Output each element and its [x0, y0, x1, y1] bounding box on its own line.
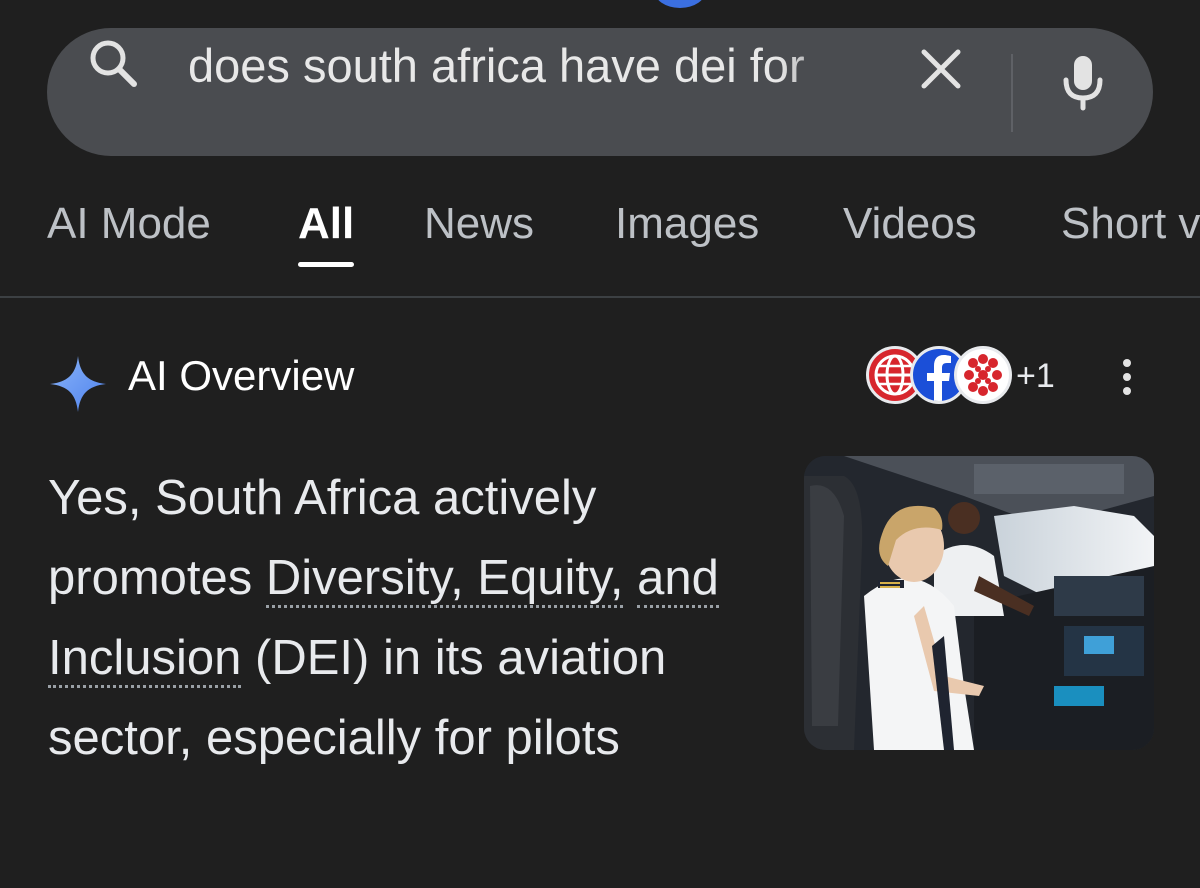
tab-images[interactable]: Images: [615, 196, 759, 252]
ai-overview-header: AI Overview +1: [0, 340, 1200, 420]
tab-short-videos[interactable]: Short v: [1061, 196, 1200, 252]
tab-all[interactable]: All: [298, 196, 354, 252]
answer-text: [623, 551, 637, 605]
source-favicons[interactable]: +1: [866, 342, 1066, 406]
tab-news[interactable]: News: [424, 196, 534, 252]
account-dot[interactable]: [654, 0, 706, 8]
active-tab-indicator: [298, 262, 354, 267]
search-input[interactable]: does south africa have dei for: [188, 36, 878, 96]
cockpit-pilots-image[interactable]: [804, 456, 1154, 750]
dots-source-icon[interactable]: [954, 346, 1012, 404]
tab-ai-mode[interactable]: AI Mode: [47, 196, 211, 252]
sparkle-icon: [46, 352, 110, 421]
tab-videos[interactable]: Videos: [843, 196, 977, 252]
search-results-page: does south africa have dei for AI Mode A…: [0, 0, 1200, 888]
ai-overview-answer: Yes, South Africa actively promotes Dive…: [48, 458, 778, 778]
tabs-divider: [0, 296, 1200, 298]
definition-link-dei[interactable]: Diversity, Equity,: [265, 551, 624, 608]
ai-overview-title: AI Overview: [128, 352, 355, 399]
sources-more-count[interactable]: +1: [1016, 356, 1055, 396]
more-vert-icon[interactable]: [1117, 358, 1137, 403]
search-divider: [1011, 54, 1013, 132]
search-tabs: AI Mode All News Images Videos Short v: [0, 190, 1200, 280]
